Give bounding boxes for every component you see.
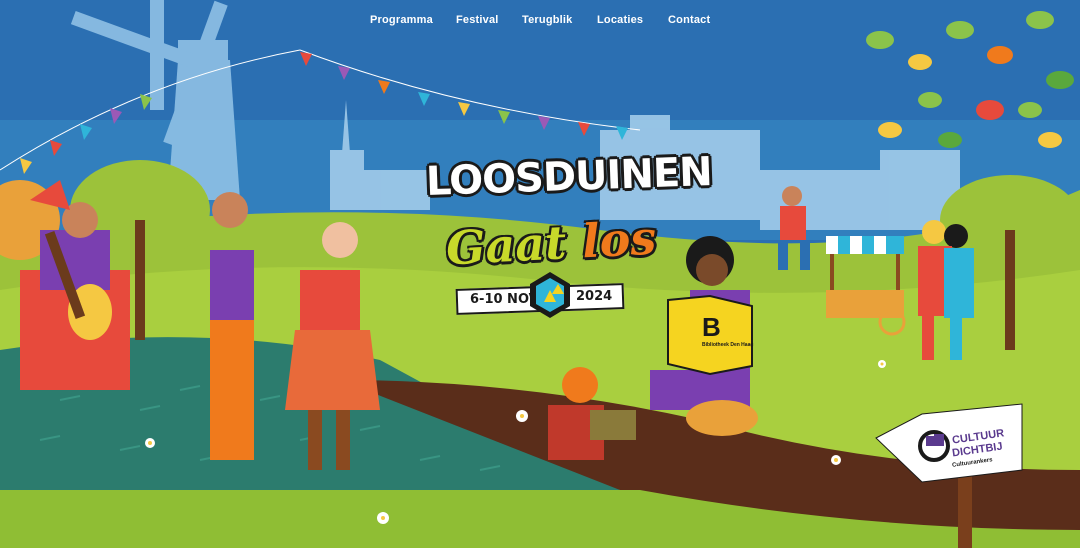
nav-link-festival[interactable]: Festival [456,14,499,26]
cultuur-dichtbij-signpost[interactable]: CULTUUR DICHTBIJ Cultuurankers [872,398,1032,548]
logo-subtitle: Gaat los [445,211,658,276]
date-ribbon: 6-10 NOV 2024 [455,272,625,318]
date-range: 6-10 NOV [470,292,539,307]
nav-link-locaties[interactable]: Locaties [597,14,643,26]
nav-link-terugblik[interactable]: Terugblik [522,14,573,26]
festival-logo: LOOSDUINEN Gaat los 6-10 NOV 2024 [420,149,712,332]
book-logo-letter: B [702,312,721,342]
date-year: 2024 [576,289,613,304]
logo-gaat: Gaat [444,215,568,276]
festival-badge-icon [530,272,570,318]
hero-stage: B Bibliotheek Den Haag Programma Festiva… [0,0,1080,548]
main-navigation: Programma Festival Terugblik Locaties Co… [0,14,1080,34]
book-library-text: Bibliotheek Den Haag [702,342,754,348]
nav-link-contact[interactable]: Contact [668,14,710,26]
logo-los: los [580,210,658,269]
nav-link-programma[interactable]: Programma [370,14,433,26]
signpost-shape [875,403,1023,548]
